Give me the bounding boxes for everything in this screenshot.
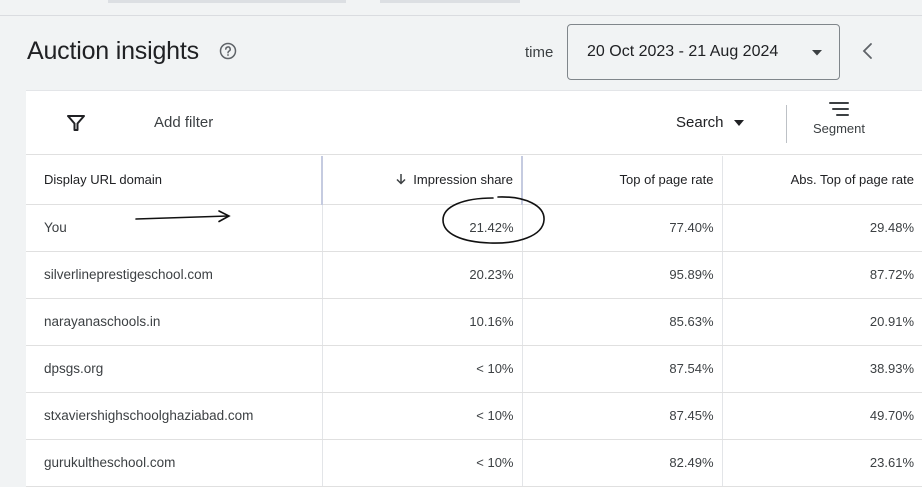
domain-cell: You <box>26 204 322 252</box>
toolbar-divider <box>786 105 787 143</box>
top-of-page-rate-cell: 82.49% <box>521 439 722 487</box>
column-header-impression-share[interactable]: Impression share <box>321 156 523 205</box>
domain-cell: narayanaschools.in <box>26 298 322 346</box>
abs-top-of-page-rate-cell: 29.48% <box>721 204 922 252</box>
table-toolbar: Add filter Search Segment <box>26 91 922 155</box>
auction-insights-table: Display URL domain Impression share Top … <box>26 156 922 487</box>
segment-label: Segment <box>812 121 866 136</box>
abs-top-of-page-rate-cell: 49.70% <box>721 392 922 440</box>
top-of-page-rate-cell: 87.54% <box>521 345 722 393</box>
domain-cell: silverlineprestigeschool.com <box>26 251 322 299</box>
impression-share-cell: 10.16% <box>321 298 522 346</box>
impression-share-cell: < 10% <box>321 439 522 487</box>
table-row[interactable]: You 21.42% 77.40% 29.48% <box>26 204 922 252</box>
impression-share-cell: 21.42% <box>321 204 522 252</box>
column-header-abs-top-of-page-rate[interactable]: Abs. Top of page rate <box>721 156 922 205</box>
domain-cell: gurukultheschool.com <box>26 439 322 487</box>
top-divider <box>0 15 922 16</box>
top-tab-placeholder <box>108 0 346 3</box>
table-row[interactable]: gurukultheschool.com < 10% 82.49% 23.61% <box>26 439 922 487</box>
table-row[interactable]: narayanaschools.in 10.16% 85.63% 20.91% <box>26 298 922 346</box>
table-row[interactable]: dpsgs.org < 10% 87.54% 38.93% <box>26 345 922 393</box>
arrow-down-icon <box>396 174 406 185</box>
time-label: time <box>525 44 554 61</box>
help-circle-icon[interactable] <box>219 42 237 60</box>
auction-insights-card: Add filter Search Segment Display URL do… <box>26 90 922 487</box>
search-dropdown[interactable]: Search <box>676 114 744 131</box>
column-header-top-of-page-rate[interactable]: Top of page rate <box>521 156 722 205</box>
segment-button[interactable]: Segment <box>807 101 871 147</box>
segment-lines-icon <box>829 102 849 116</box>
table-row[interactable]: silverlineprestigeschool.com 20.23% 95.89%… <box>26 251 922 299</box>
search-label: Search <box>676 114 724 131</box>
top-of-page-rate-cell: 95.89% <box>521 251 722 299</box>
column-header-label: Impression share <box>413 172 513 188</box>
caret-down-icon <box>812 50 822 56</box>
add-filter-button[interactable]: Add filter <box>154 114 213 131</box>
table-header-row: Display URL domain Impression share Top … <box>26 156 922 205</box>
top-of-page-rate-cell: 77.40% <box>521 204 722 252</box>
chevron-left-icon[interactable] <box>860 42 874 60</box>
date-range-value: 20 Oct 2023 - 21 Aug 2024 <box>587 43 779 60</box>
impression-share-cell: < 10% <box>321 392 522 440</box>
abs-top-of-page-rate-cell: 87.72% <box>721 251 922 299</box>
page-title: Auction insights <box>27 37 199 65</box>
top-of-page-rate-cell: 85.63% <box>521 298 722 346</box>
impression-share-cell: 20.23% <box>321 251 522 299</box>
domain-cell: dpsgs.org <box>26 345 322 393</box>
impression-share-cell: < 10% <box>321 345 522 393</box>
top-tab-placeholder <box>380 0 520 3</box>
top-strip <box>0 0 922 16</box>
caret-down-icon <box>733 120 744 127</box>
table-row[interactable]: stxaviershighschoolghaziabad.com < 10% 87.… <box>26 392 922 440</box>
abs-top-of-page-rate-cell: 23.61% <box>721 439 922 487</box>
date-range-select[interactable]: 20 Oct 2023 - 21 Aug 2024 <box>567 24 840 80</box>
top-of-page-rate-cell: 87.45% <box>521 392 722 440</box>
abs-top-of-page-rate-cell: 38.93% <box>721 345 922 393</box>
domain-cell: stxaviershighschoolghaziabad.com <box>26 392 322 440</box>
filter-funnel-icon[interactable] <box>66 113 86 133</box>
column-header-domain[interactable]: Display URL domain <box>26 156 322 205</box>
abs-top-of-page-rate-cell: 20.91% <box>721 298 922 346</box>
